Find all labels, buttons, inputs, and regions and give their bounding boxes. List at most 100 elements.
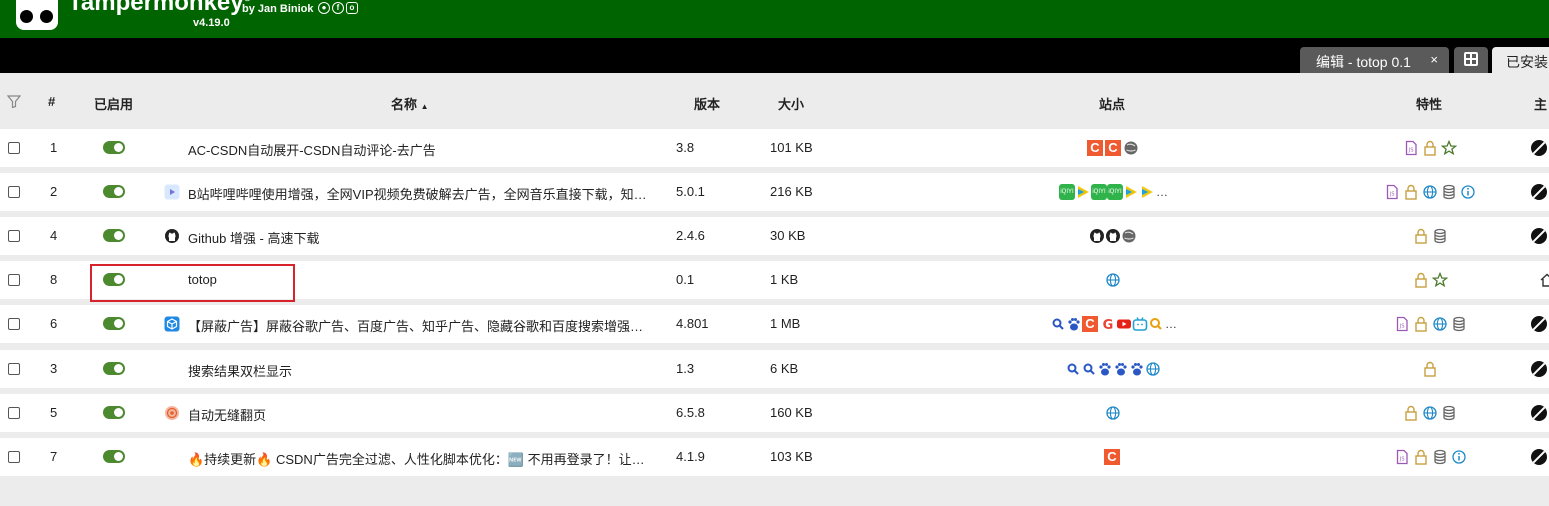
github-icon[interactable]: ● [318, 2, 330, 14]
script-index: 8 [50, 272, 58, 287]
script-name-link[interactable]: AC-CSDN自动展开-CSDN自动评论-去广告 [188, 140, 664, 159]
script-features [1403, 405, 1457, 421]
script-name-link[interactable]: Github 增强 - 高速下载 [188, 228, 664, 247]
bilibili-icon[interactable] [1132, 316, 1148, 332]
script-size: 101 KB [770, 140, 813, 155]
google-icon[interactable]: G [1100, 316, 1116, 332]
globe-icon[interactable] [1145, 361, 1161, 377]
globe-gray-icon[interactable] [1123, 140, 1139, 156]
cube-icon [164, 316, 180, 332]
baidu-icon[interactable] [1097, 361, 1113, 377]
row-select-checkbox[interactable] [8, 142, 20, 154]
row-select-checkbox[interactable] [8, 407, 20, 419]
facebook-icon[interactable]: f [332, 2, 344, 14]
github-icon[interactable] [1105, 228, 1121, 244]
table-row: 4 Github 增强 - 高速下载 2.4.6 30 KB [0, 217, 1549, 255]
table-row: 5 自动无缝翻页 6.5.8 160 KB [0, 394, 1549, 432]
enable-toggle[interactable] [103, 362, 125, 375]
baidu-icon[interactable] [1129, 361, 1145, 377]
homepage-icon[interactable] [1531, 361, 1547, 377]
globe-icon[interactable] [1105, 272, 1121, 288]
svg-text:G: G [1103, 318, 1114, 332]
enable-toggle[interactable] [103, 317, 125, 330]
col-size[interactable]: 大小 [778, 94, 804, 113]
script-name-link[interactable]: 🔥持续更新🔥 CSDN广告完全过滤、人性化脚本优化：🆕 不用再登录了！让… [188, 449, 664, 468]
col-version[interactable]: 版本 [694, 94, 720, 113]
search-icon[interactable] [1081, 361, 1097, 377]
more-sites-indicator: … [1165, 317, 1177, 331]
filter-icon[interactable] [7, 95, 21, 108]
play-icon[interactable] [1075, 184, 1091, 200]
brand-title: Tampermonkey® [68, 0, 251, 16]
tab-edit-script[interactable]: 编辑 - totop 0.1 × [1300, 47, 1449, 73]
enable-toggle[interactable] [103, 185, 125, 198]
star-icon [1432, 272, 1448, 288]
enable-toggle[interactable] [103, 229, 125, 242]
lock-icon [1413, 316, 1429, 332]
script-version: 4.801 [676, 316, 709, 331]
col-homepage[interactable]: 主 [1534, 94, 1547, 113]
author-byline: by Jan Biniok [242, 3, 314, 15]
script-size: 1 KB [770, 272, 799, 287]
iqiyi-icon[interactable]: iQIYI [1059, 184, 1075, 200]
script-features [1413, 228, 1448, 244]
github-icon[interactable] [1089, 228, 1105, 244]
csdn-icon[interactable]: C [1082, 316, 1100, 332]
row-select-checkbox[interactable] [8, 451, 20, 463]
script-size: 103 KB [770, 449, 813, 464]
row-select-checkbox[interactable] [8, 363, 20, 375]
lock-icon [1403, 184, 1419, 200]
row-select-checkbox[interactable] [8, 274, 20, 286]
enable-toggle[interactable] [103, 406, 125, 419]
homepage-icon[interactable] [1531, 449, 1547, 465]
play-icon[interactable] [1139, 184, 1155, 200]
row-select-checkbox[interactable] [8, 230, 20, 242]
selection-highlight [90, 264, 295, 302]
col-name[interactable]: 名称 ▲ [391, 94, 429, 113]
baidu-icon[interactable] [1113, 361, 1129, 377]
baidu-icon[interactable] [1066, 316, 1082, 332]
info-icon [1451, 449, 1467, 465]
script-name-link[interactable]: B站哔哩哔哩使用增强，全网VIP视频免费破解去广告，全网音乐直接下载，知… [188, 184, 664, 203]
enable-toggle[interactable] [103, 141, 125, 154]
col-features[interactable]: 特性 [1416, 94, 1442, 113]
iqiyi-icon[interactable]: iQIYI [1091, 184, 1107, 200]
bilibili-app-icon [164, 184, 180, 200]
col-enabled[interactable]: 已启用 [94, 94, 133, 113]
youtube-icon[interactable] [1116, 316, 1132, 332]
database-icon [1441, 405, 1457, 421]
globe-gray-icon[interactable] [1121, 228, 1137, 244]
row-select-checkbox[interactable] [8, 318, 20, 330]
csdn-icon[interactable]: C [1104, 449, 1122, 465]
instagram-icon[interactable]: o [346, 2, 358, 14]
row-select-checkbox[interactable] [8, 186, 20, 198]
homepage-icon[interactable] [1531, 405, 1547, 421]
homepage-icon[interactable] [1531, 184, 1547, 200]
csdn-icon[interactable]: C [1105, 140, 1123, 156]
script-name-link[interactable]: 自动无缝翻页 [188, 405, 664, 424]
homepage-icon[interactable] [1531, 228, 1547, 244]
homepage-icon[interactable] [1531, 140, 1547, 156]
script-size: 6 KB [770, 361, 799, 376]
table-row: 6 【屏蔽广告】屏蔽谷歌广告、百度广告、知乎广告、隐藏谷歌和百度搜索增强… 4.80… [0, 305, 1549, 343]
col-index[interactable]: # [48, 94, 55, 109]
table-row: 2 B站哔哩哔哩使用增强，全网VIP视频免费破解去广告，全网音乐直接下载，知… 5.… [0, 173, 1549, 211]
sort-asc-icon: ▲ [420, 102, 429, 111]
close-icon[interactable]: × [1430, 52, 1438, 67]
userscript-icon: JS [1394, 449, 1410, 465]
search-icon[interactable] [1065, 361, 1081, 377]
col-sites[interactable]: 站点 [1099, 94, 1125, 113]
csdn-icon[interactable]: C [1087, 140, 1105, 156]
script-name-link[interactable]: 搜索结果双栏显示 [188, 361, 664, 380]
house-icon[interactable] [1539, 272, 1549, 291]
iqiyi-icon[interactable]: iQIYI [1107, 184, 1123, 200]
tab-installed[interactable]: 已安装 [1492, 47, 1549, 73]
search-yellow-icon[interactable] [1148, 316, 1164, 332]
search-icon[interactable] [1050, 316, 1066, 332]
tab-new-script[interactable] [1454, 47, 1488, 73]
script-name-link[interactable]: 【屏蔽广告】屏蔽谷歌广告、百度广告、知乎广告、隐藏谷歌和百度搜索增强… [188, 316, 664, 335]
enable-toggle[interactable] [103, 450, 125, 463]
globe-icon[interactable] [1105, 405, 1121, 421]
homepage-icon[interactable] [1531, 316, 1547, 332]
play-icon[interactable] [1123, 184, 1139, 200]
